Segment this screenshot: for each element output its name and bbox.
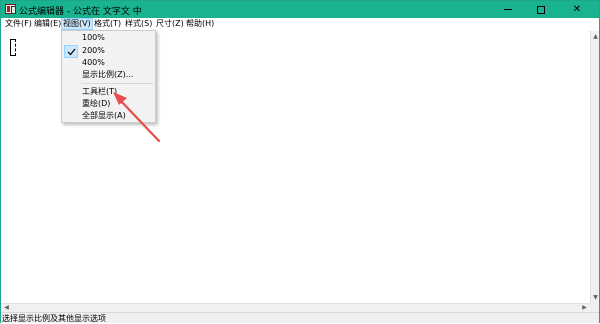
vertical-scrollbar[interactable]: ▲ ▼ — [590, 31, 599, 303]
window-title: 公式编辑器 - 公式在 文字文 中 — [19, 7, 142, 17]
scroll-right-arrow-icon[interactable]: ▶ — [580, 304, 589, 312]
close-icon: ✕ — [572, 4, 582, 15]
menu-item-show-all[interactable]: 全部显示(A) — [82, 110, 126, 122]
menu-file[interactable]: 文件(F) — [4, 18, 33, 30]
checked-item-highlight — [64, 45, 78, 58]
menu-item-zoom-200[interactable]: 200% — [82, 45, 105, 57]
scroll-down-arrow-icon[interactable]: ▼ — [592, 293, 599, 302]
menu-item-zoom-custom[interactable]: 显示比例(Z)... — [82, 69, 133, 81]
menu-size[interactable]: 尺寸(Z) — [155, 18, 185, 30]
minimize-icon — [504, 9, 512, 10]
menu-bar: 文件(F) 编辑(E) 视图(V) 格式(T) 样式(S) 尺寸(Z) 帮助(H… — [1, 18, 599, 30]
menu-item-zoom-400[interactable]: 400% — [82, 57, 105, 69]
menu-view[interactable]: 视图(V) — [61, 18, 93, 30]
menu-style[interactable]: 样式(S) — [124, 18, 153, 30]
view-menu-dropdown: 100% 200% 400% 显示比例(Z)... 工具栏(T) 重绘(D) 全… — [61, 30, 156, 123]
horizontal-scrollbar[interactable]: ◀ ▶ — [1, 303, 590, 312]
scroll-up-arrow-icon[interactable]: ▲ — [592, 32, 599, 41]
checkmark-icon — [67, 48, 76, 56]
menu-edit[interactable]: 编辑(E) — [33, 18, 62, 30]
menu-help[interactable]: 帮助(H) — [185, 18, 215, 30]
equation-slot-placeholder[interactable] — [10, 39, 16, 56]
title-bar[interactable]: 公式编辑器 - 公式在 文字文 中 ✕ — [1, 1, 599, 18]
app-icon — [5, 4, 16, 14]
menu-item-zoom-100[interactable]: 100% — [82, 32, 105, 44]
menu-separator — [81, 83, 153, 84]
scrollbar-corner — [590, 303, 599, 312]
close-button[interactable]: ✕ — [561, 1, 593, 18]
status-bar: 选择显示比例及其他显示选项 — [1, 312, 599, 323]
menu-format[interactable]: 格式(T) — [93, 18, 122, 30]
maximize-icon — [537, 5, 545, 14]
scroll-left-arrow-icon[interactable]: ◀ — [2, 304, 11, 312]
minimize-button[interactable] — [492, 1, 524, 18]
status-text: 选择显示比例及其他显示选项 — [2, 314, 106, 323]
menu-item-toolbar[interactable]: 工具栏(T) — [82, 86, 117, 98]
maximize-button[interactable] — [525, 1, 557, 18]
equation-editor-window: 公式编辑器 - 公式在 文字文 中 ✕ 文件(F) 编辑(E) 视图(V) 格式… — [0, 0, 600, 323]
menu-item-redraw[interactable]: 重绘(D) — [82, 98, 110, 110]
